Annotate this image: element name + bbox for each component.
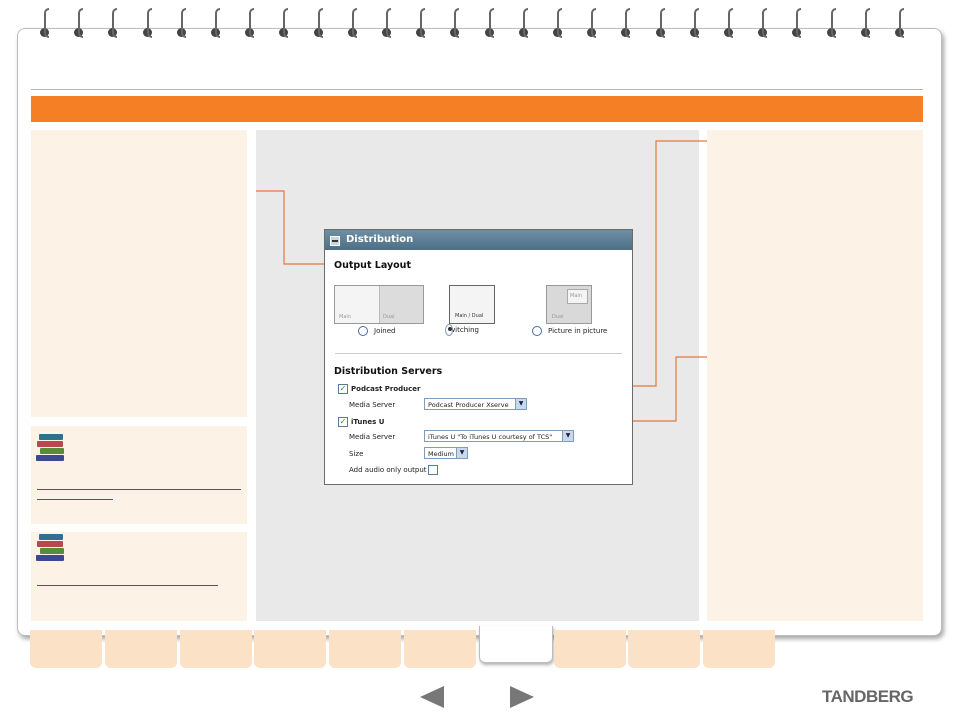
layout-thumb-pip[interactable]: Main Dual — [546, 285, 592, 324]
section-tab[interactable] — [404, 630, 476, 668]
section-tab[interactable] — [553, 630, 626, 668]
select-value: iTunes U "To iTunes U courtesy of TCS" — [428, 433, 553, 441]
size-select[interactable]: Medium ▼ — [424, 447, 468, 459]
radio-label: Joined — [374, 327, 396, 335]
distribution-servers-title: Distribution Servers — [334, 366, 443, 377]
audio-only-label: Add audio only output — [349, 466, 427, 474]
section-tab[interactable] — [703, 630, 776, 668]
triangle-right-icon[interactable] — [510, 686, 534, 708]
radio-switching[interactable]: Switching — [445, 324, 479, 336]
section-tab[interactable] — [179, 630, 252, 668]
callout-output-layout — [256, 190, 327, 265]
itunes-media-server-select[interactable]: iTunes U "To iTunes U courtesy of TCS" ▼ — [424, 430, 574, 442]
thumb-label-main: Main — [570, 293, 582, 299]
thumb-label-dual: Dual — [552, 314, 564, 320]
radio-label: Picture in picture — [548, 327, 608, 335]
section-tab[interactable] — [254, 630, 327, 668]
pip-inset: Main — [567, 289, 588, 304]
radio-button[interactable] — [358, 326, 368, 336]
section-tab[interactable] — [329, 630, 402, 668]
radio-button[interactable] — [532, 326, 542, 336]
section-tab[interactable] — [478, 626, 553, 663]
triangle-left-icon[interactable] — [420, 686, 444, 708]
podcast-media-server-select[interactable]: Podcast Producer Xserve ▼ — [424, 398, 527, 410]
layout-thumb-joined[interactable]: Main Dual — [334, 285, 424, 324]
section-tab[interactable] — [30, 630, 102, 668]
select-value: Podcast Producer Xserve — [428, 401, 509, 409]
distribution-dialog: Distribution Output Layout Main Dual Mai… — [324, 229, 633, 485]
chevron-down-icon[interactable]: ▼ — [456, 448, 467, 458]
podcast-producer-label: Podcast Producer — [351, 385, 421, 393]
itunes-u-label: iTunes U — [351, 418, 385, 426]
thumb-label-main-dual: Main / Dual — [455, 313, 484, 319]
chevron-down-icon[interactable]: ▼ — [515, 399, 526, 409]
select-value: Medium — [428, 450, 454, 458]
output-layout-title: Output Layout — [334, 260, 411, 271]
media-server-label: Media Server — [349, 401, 396, 409]
section-tab[interactable] — [628, 630, 701, 668]
dialog-title: Distribution — [346, 234, 414, 245]
layout-thumb-switching[interactable]: Main / Dual — [449, 285, 495, 324]
radio-pip[interactable]: Picture in picture — [532, 326, 607, 336]
thumb-label-main: Main — [339, 314, 351, 320]
media-server-label: Media Server — [349, 433, 396, 441]
radio-button-selected[interactable] — [445, 324, 453, 336]
radio-joined[interactable]: Joined — [358, 326, 395, 336]
collapse-icon[interactable] — [330, 236, 340, 246]
section-divider — [335, 353, 622, 354]
thumb-label-dual: Dual — [383, 314, 395, 320]
chevron-down-icon[interactable]: ▼ — [562, 431, 573, 441]
itunes-u-checkbox[interactable]: ✓ — [338, 417, 348, 427]
podcast-producer-checkbox[interactable]: ✓ — [338, 384, 348, 394]
dialog-header: Distribution — [325, 230, 632, 250]
size-label: Size — [349, 450, 364, 458]
audio-only-checkbox[interactable] — [428, 465, 438, 475]
tandberg-logo: TANDBERG — [822, 687, 914, 706]
section-tab[interactable] — [104, 630, 177, 668]
